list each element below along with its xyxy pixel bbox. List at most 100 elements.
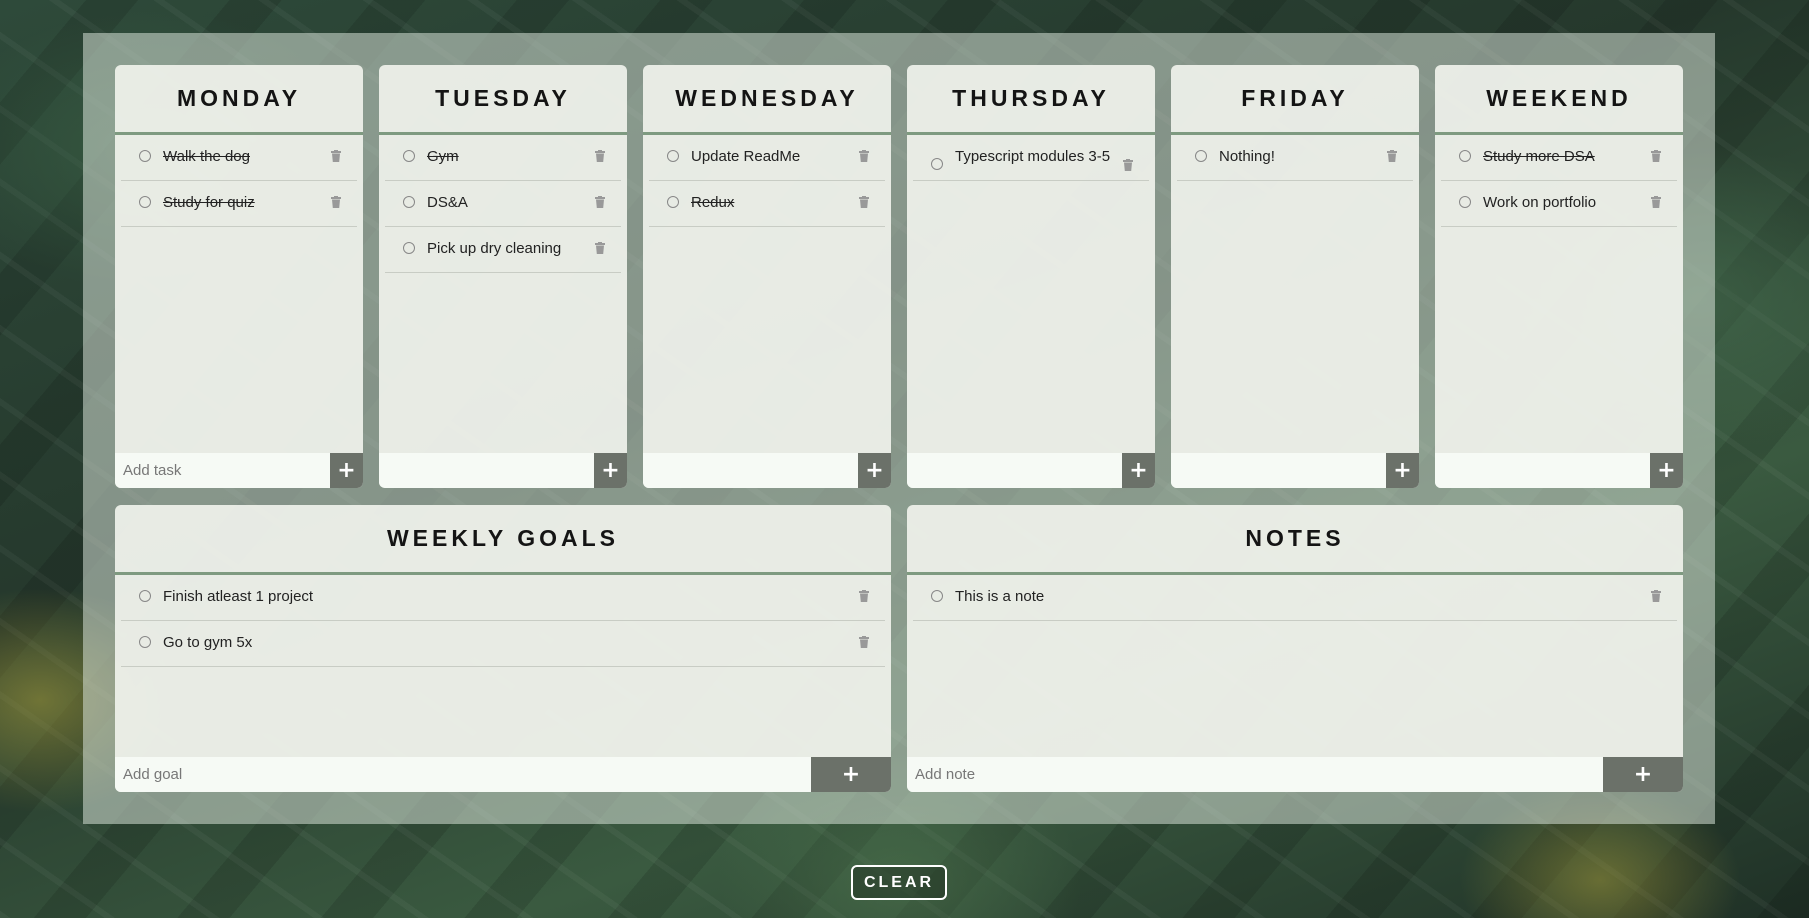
add-task-input[interactable] [379, 453, 594, 488]
task-text: Redux [691, 194, 735, 211]
trash-icon[interactable] [1387, 150, 1397, 162]
add-task-row: + [1435, 453, 1683, 488]
task-item[interactable]: Gym [385, 135, 621, 181]
task-text: Work on portfolio [1483, 194, 1597, 211]
add-note-row: + [907, 757, 1683, 792]
task-text: Pick up dry cleaning [427, 240, 562, 257]
task-item[interactable]: DS&A [385, 181, 621, 227]
task-item[interactable]: Study for quiz [121, 181, 357, 227]
add-task-row: + [379, 453, 627, 488]
task-item[interactable]: Walk the dog [121, 135, 357, 181]
trash-icon[interactable] [595, 242, 605, 254]
column-title: WEEKEND [1435, 65, 1683, 135]
goal-item[interactable]: Go to gym 5x [121, 621, 885, 667]
checkbox-circle-icon[interactable] [403, 150, 415, 162]
checkbox-circle-icon[interactable] [1459, 196, 1471, 208]
goal-item[interactable]: Finish atleast 1 project [121, 575, 885, 621]
checkbox-circle-icon[interactable] [139, 590, 151, 602]
trash-icon[interactable] [859, 150, 869, 162]
column-wednesday: WEDNESDAY Update ReadMe Redux + [643, 65, 891, 488]
notes-panel: NOTES This is a note + [907, 505, 1683, 792]
add-task-button[interactable]: + [1386, 453, 1419, 488]
trash-icon[interactable] [331, 196, 341, 208]
note-list: This is a note [907, 575, 1683, 621]
task-text: Typescript modules 3-5 [955, 148, 1111, 165]
add-task-input[interactable] [907, 453, 1122, 488]
task-text: Update ReadMe [691, 148, 801, 165]
checkbox-circle-icon[interactable] [403, 242, 415, 254]
checkbox-circle-icon[interactable] [139, 636, 151, 648]
task-list: Study more DSA Work on portfolio [1435, 135, 1683, 227]
checkbox-circle-icon[interactable] [667, 196, 679, 208]
task-list: Walk the dog Study for quiz [115, 135, 363, 227]
note-item[interactable]: This is a note [913, 575, 1677, 621]
task-item[interactable]: Nothing! [1177, 135, 1413, 181]
clear-button[interactable]: CLEAR [851, 865, 947, 900]
trash-icon[interactable] [595, 196, 605, 208]
column-thursday: THURSDAY Typescript modules 3-5 + [907, 65, 1155, 488]
column-weekend: WEEKEND Study more DSA Work on portfolio… [1435, 65, 1683, 488]
checkbox-circle-icon[interactable] [139, 196, 151, 208]
checkbox-circle-icon[interactable] [667, 150, 679, 162]
trash-icon[interactable] [331, 150, 341, 162]
panel-title: NOTES [907, 505, 1683, 575]
column-monday: MONDAY Walk the dog Study for quiz + [115, 65, 363, 488]
add-task-button[interactable]: + [330, 453, 363, 488]
task-item[interactable]: Pick up dry cleaning [385, 227, 621, 273]
task-list: Gym DS&A Pick up dry cleaning [379, 135, 627, 273]
goal-text: Finish atleast 1 project [163, 588, 314, 605]
checkbox-circle-icon[interactable] [1195, 150, 1207, 162]
weekly-goals-panel: WEEKLY GOALS Finish atleast 1 project Go… [115, 505, 891, 792]
add-task-button[interactable]: + [1650, 453, 1683, 488]
add-task-input[interactable] [115, 453, 330, 488]
add-task-button[interactable]: + [858, 453, 891, 488]
add-task-row: + [115, 453, 363, 488]
trash-icon[interactable] [595, 150, 605, 162]
add-goal-row: + [115, 757, 891, 792]
checkbox-circle-icon[interactable] [931, 158, 943, 170]
add-task-button[interactable]: + [594, 453, 627, 488]
add-goal-input[interactable] [115, 757, 811, 792]
task-text: Walk the dog [163, 148, 250, 165]
add-task-input[interactable] [1435, 453, 1650, 488]
goal-list: Finish atleast 1 project Go to gym 5x [115, 575, 891, 667]
trash-icon[interactable] [1651, 196, 1661, 208]
add-note-input[interactable] [907, 757, 1603, 792]
column-title: TUESDAY [379, 65, 627, 135]
planner-board: MONDAY Walk the dog Study for quiz + TUE… [83, 33, 1715, 824]
task-text: Study for quiz [163, 194, 255, 211]
panel-title: WEEKLY GOALS [115, 505, 891, 575]
task-text: Nothing! [1219, 148, 1275, 165]
add-goal-button[interactable]: + [811, 757, 891, 792]
checkbox-circle-icon[interactable] [1459, 150, 1471, 162]
trash-icon[interactable] [859, 196, 869, 208]
task-item[interactable]: Study more DSA [1441, 135, 1677, 181]
task-text: DS&A [427, 194, 468, 211]
task-item[interactable]: Work on portfolio [1441, 181, 1677, 227]
task-item[interactable]: Redux [649, 181, 885, 227]
checkbox-circle-icon[interactable] [931, 590, 943, 602]
task-item[interactable]: Update ReadMe [649, 135, 885, 181]
add-task-input[interactable] [1171, 453, 1386, 488]
trash-icon[interactable] [859, 636, 869, 648]
add-task-row: + [1171, 453, 1419, 488]
add-task-input[interactable] [643, 453, 858, 488]
column-tuesday: TUESDAY Gym DS&A Pick up dry cleaning + [379, 65, 627, 488]
column-title: THURSDAY [907, 65, 1155, 135]
column-friday: FRIDAY Nothing! + [1171, 65, 1419, 488]
trash-icon[interactable] [1651, 590, 1661, 602]
add-task-row: + [643, 453, 891, 488]
task-text: Gym [427, 148, 459, 165]
trash-icon[interactable] [1651, 150, 1661, 162]
trash-icon[interactable] [859, 590, 869, 602]
checkbox-circle-icon[interactable] [403, 196, 415, 208]
add-task-row: + [907, 453, 1155, 488]
task-item[interactable]: Typescript modules 3-5 [913, 135, 1149, 181]
goal-text: Go to gym 5x [163, 634, 253, 651]
task-list: Typescript modules 3-5 [907, 135, 1155, 181]
trash-icon[interactable] [1123, 159, 1133, 171]
note-text: This is a note [955, 588, 1045, 605]
checkbox-circle-icon[interactable] [139, 150, 151, 162]
add-task-button[interactable]: + [1122, 453, 1155, 488]
add-note-button[interactable]: + [1603, 757, 1683, 792]
